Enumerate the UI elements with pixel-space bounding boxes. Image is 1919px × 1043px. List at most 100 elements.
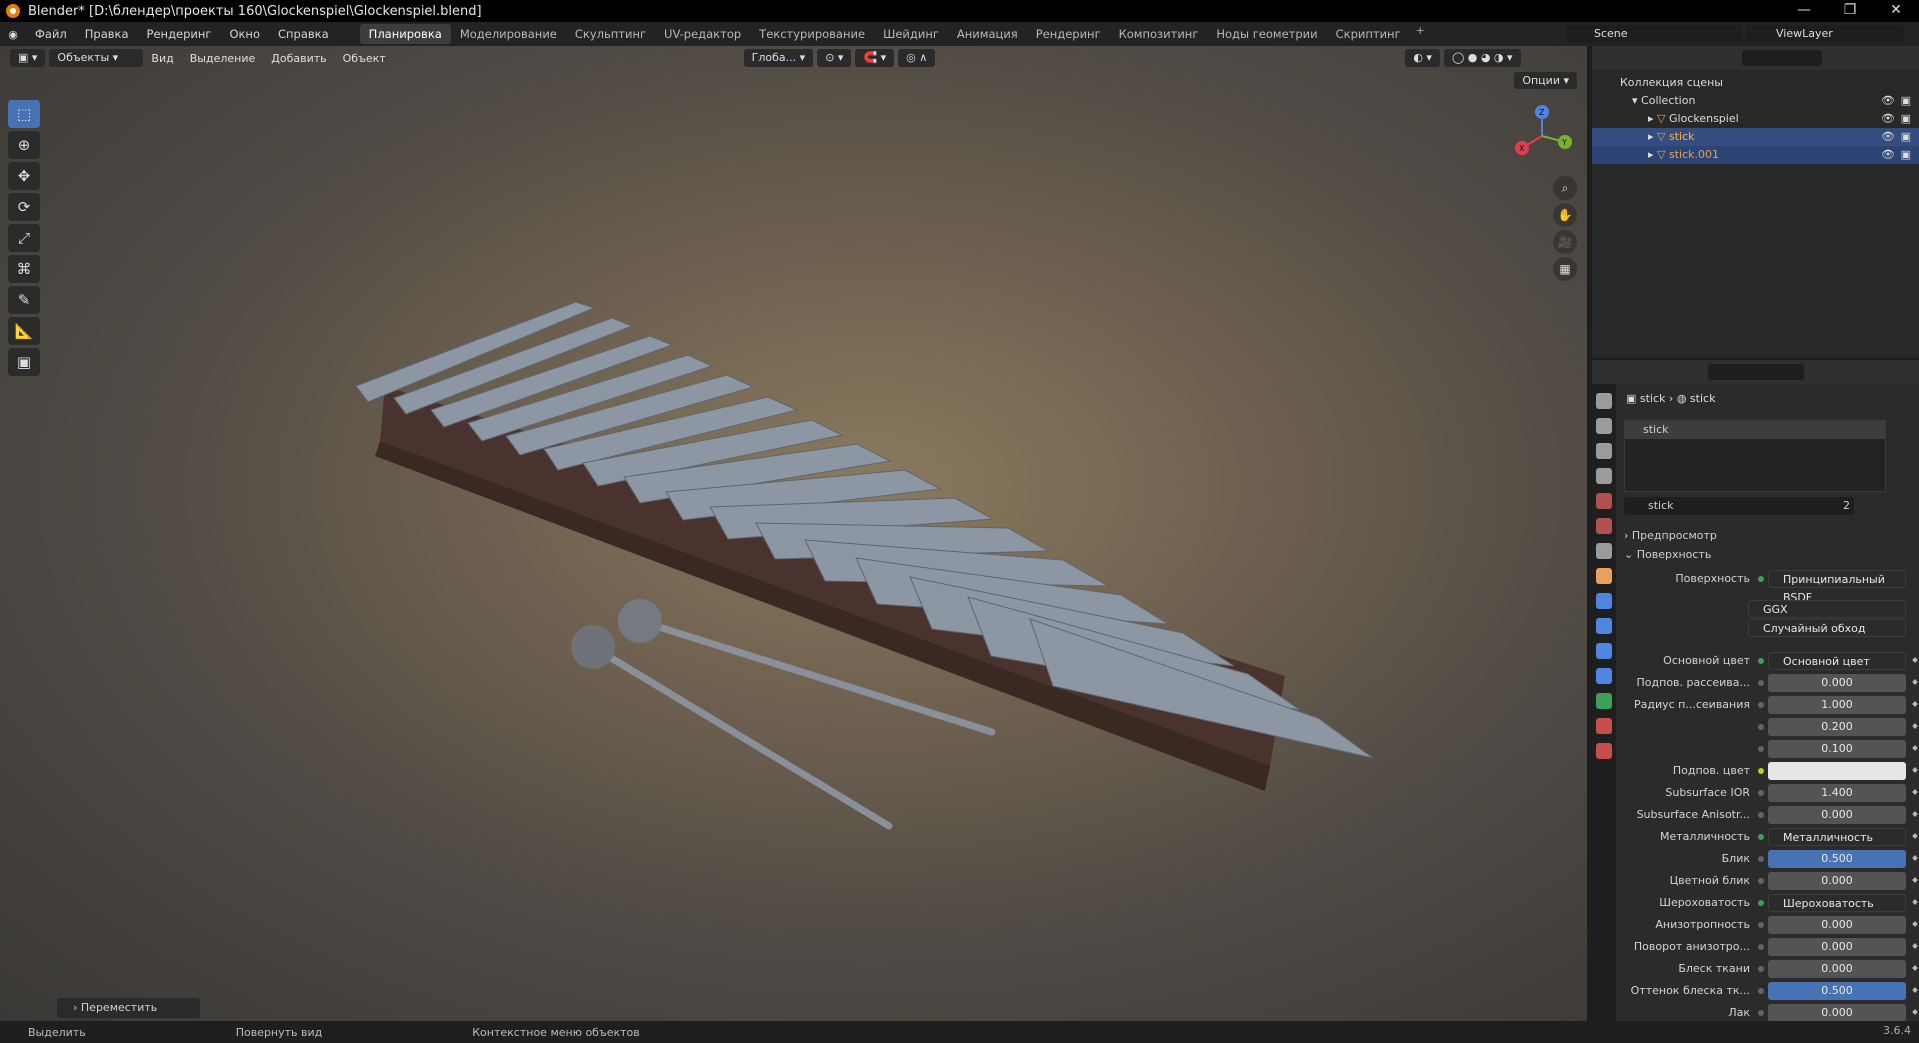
measure-tool[interactable]: 📐 [8, 317, 40, 345]
property-field[interactable]: 0.500 [1768, 982, 1906, 1000]
output-tab-icon[interactable] [1596, 443, 1612, 459]
data-tab-icon[interactable] [1596, 693, 1612, 709]
property-field[interactable]: 0.100 [1768, 740, 1906, 758]
keyframe-icon[interactable] [1912, 1009, 1918, 1015]
camera-icon[interactable]: ▣ [1901, 128, 1911, 146]
property-field[interactable]: Металличность [1768, 828, 1906, 846]
property-field[interactable]: 0.000 [1768, 872, 1906, 890]
tab-animation[interactable]: Анимация [948, 24, 1027, 44]
move-tool[interactable]: ✥ [8, 162, 40, 190]
preview-panel-header[interactable]: › Предпросмотр [1624, 527, 1904, 545]
add-workspace-button[interactable]: + [1410, 24, 1431, 44]
keyframe-icon[interactable] [1912, 745, 1918, 751]
keyframe-icon[interactable] [1912, 701, 1918, 707]
ortho-grid-icon[interactable]: ▦ [1553, 257, 1577, 281]
tab-shading[interactable]: Шейдинг [874, 24, 948, 44]
select-box-tool[interactable]: ⬚ [8, 100, 40, 128]
outliner-item-stick-001[interactable]: ▸ ▽ stick.001 👁 ▣ [1592, 146, 1919, 164]
eye-icon[interactable]: 👁 [1881, 92, 1895, 110]
keyframe-icon[interactable] [1912, 811, 1918, 817]
rotate-tool[interactable]: ⟳ [8, 193, 40, 221]
constraints-tab-icon[interactable] [1596, 668, 1612, 684]
eye-icon[interactable]: 👁 [1881, 110, 1895, 128]
maximize-button[interactable]: ❐ [1827, 0, 1873, 22]
subsurface-method-dropdown[interactable]: Случайный обход [1748, 619, 1906, 637]
scene-selector[interactable]: Scene [1566, 25, 1742, 43]
keyframe-icon[interactable] [1912, 987, 1918, 993]
keyframe-icon[interactable] [1912, 921, 1918, 927]
pan-hand-icon[interactable]: ✋ [1553, 203, 1577, 227]
menu-edit[interactable]: Правка [76, 27, 138, 41]
tab-uv-editing[interactable]: UV-редактор [655, 24, 750, 44]
physics-tab-icon[interactable] [1596, 643, 1612, 659]
tab-rendering[interactable]: Рендеринг [1027, 24, 1110, 44]
distribution-dropdown[interactable]: GGX [1748, 600, 1906, 618]
property-field[interactable]: 0.000 [1768, 960, 1906, 978]
surface-panel-header[interactable]: ⌄ Поверхность [1624, 546, 1904, 564]
3d-viewport[interactable]: ▣ ▾ Объекты ▾ Вид Выделение Добавить Объ… [0, 46, 1587, 1021]
menu-file[interactable]: Файл [26, 27, 76, 41]
scene-tab-icon[interactable] [1596, 493, 1612, 509]
view-layer-selector[interactable]: ViewLayer [1746, 25, 1904, 43]
navigation-gizmo[interactable]: Z Y X [1510, 104, 1574, 168]
camera-view-icon[interactable]: 🎥 [1553, 230, 1577, 254]
object-tab-icon[interactable] [1596, 568, 1612, 584]
keyframe-icon[interactable] [1912, 833, 1918, 839]
modifier-tab-icon[interactable] [1596, 593, 1612, 609]
eye-icon[interactable]: 👁 [1881, 146, 1895, 164]
keyframe-icon[interactable] [1912, 789, 1918, 795]
keyframe-icon[interactable] [1912, 767, 1918, 773]
property-field[interactable]: 1.400 [1768, 784, 1906, 802]
property-field[interactable]: Основной цвет [1768, 652, 1906, 670]
eye-icon[interactable]: 👁 [1881, 128, 1895, 146]
zoom-icon[interactable]: ⌕ [1553, 176, 1577, 200]
tab-texture-paint[interactable]: Текстурирование [750, 24, 874, 44]
camera-icon[interactable]: ▣ [1901, 146, 1911, 164]
keyframe-icon[interactable] [1912, 657, 1918, 663]
camera-icon[interactable]: ▣ [1901, 110, 1911, 128]
outliner-search-input[interactable] [1742, 50, 1822, 66]
property-field[interactable]: 0.000 [1768, 916, 1906, 934]
last-operator-panel[interactable]: › Переместить [57, 998, 200, 1018]
property-field[interactable]: 0.000 [1768, 674, 1906, 692]
property-field[interactable]: Шероховатость [1768, 894, 1906, 912]
material-name-field[interactable]: stick 2 [1624, 497, 1854, 515]
tab-geometry-nodes[interactable]: Ноды геометрии [1207, 24, 1326, 44]
tool-tab-icon[interactable] [1596, 393, 1612, 409]
keyframe-icon[interactable] [1912, 943, 1918, 949]
property-field[interactable]: 0.000 [1768, 938, 1906, 956]
material-slot-item[interactable]: stick [1625, 421, 1885, 439]
minimize-button[interactable]: — [1781, 0, 1827, 22]
render-tab-icon[interactable] [1596, 418, 1612, 434]
cursor-tool[interactable]: ⊕ [8, 131, 40, 159]
annotate-tool[interactable]: ✎ [8, 286, 40, 314]
property-field[interactable] [1768, 762, 1906, 780]
surface-shader-field[interactable]: Принципиальный BSDF [1768, 570, 1906, 604]
keyframe-icon[interactable] [1912, 679, 1918, 685]
tab-sculpting[interactable]: Скульптинг [566, 24, 655, 44]
property-field[interactable]: 0.200 [1768, 718, 1906, 736]
view-layer-tab-icon[interactable] [1596, 468, 1612, 484]
transform-tool[interactable]: ⌘ [8, 255, 40, 283]
keyframe-icon[interactable] [1912, 965, 1918, 971]
property-field[interactable]: 0.000 [1768, 1004, 1906, 1022]
material-tab-icon[interactable] [1596, 718, 1612, 734]
particles-tab-icon[interactable] [1596, 618, 1612, 634]
menu-help[interactable]: Справка [269, 27, 338, 41]
blender-menu-icon[interactable]: ◉ [0, 28, 26, 41]
add-cube-tool[interactable]: ▣ [8, 348, 40, 376]
camera-icon[interactable]: ▣ [1901, 92, 1911, 110]
scale-tool[interactable]: ⤢ [8, 224, 40, 252]
property-field[interactable]: 0.000 [1768, 806, 1906, 824]
tab-layout[interactable]: Планировка [359, 24, 451, 44]
menu-window[interactable]: Окно [220, 27, 269, 41]
world-tab-icon[interactable] [1596, 518, 1612, 534]
keyframe-icon[interactable] [1912, 877, 1918, 883]
outliner-item-stick[interactable]: ▸ ▽ stick 👁 ▣ [1592, 128, 1919, 146]
menu-render[interactable]: Рендеринг [138, 27, 221, 41]
property-field[interactable]: 0.500 [1768, 850, 1906, 868]
keyframe-icon[interactable] [1912, 899, 1918, 905]
property-field[interactable]: 1.000 [1768, 696, 1906, 714]
outliner-collection[interactable]: ▾ Collection 👁 ▣ [1592, 92, 1919, 110]
collection-tab-icon[interactable] [1596, 543, 1612, 559]
